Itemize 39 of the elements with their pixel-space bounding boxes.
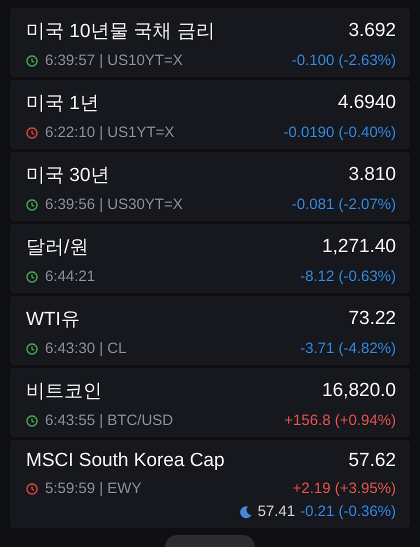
price: 4.6940: [338, 92, 396, 114]
time-symbol: 6:44:21: [45, 268, 96, 285]
instrument-name: WTI유: [26, 308, 80, 332]
instrument-name: 달러/원: [26, 236, 88, 260]
price: 1,271.40: [322, 236, 396, 258]
price-change: -0.081 (-2.07%): [292, 196, 396, 213]
price-change: -8.12 (-0.63%): [300, 268, 396, 285]
quote-card[interactable]: 미국 1년 4.6940 6:22:10 | US1YT=X -0.0190 (-0.40%): [10, 80, 410, 149]
quote-card[interactable]: 비트코인 16,820.0 6:43:55 | BTC/USD +156.8 (+0.94%): [10, 368, 410, 437]
price: 57.62: [348, 450, 396, 472]
time-symbol: 6:43:30 | CL: [45, 340, 126, 357]
instrument-name: 비트코인: [26, 380, 102, 404]
quote-card[interactable]: MSCI South Korea Cap 57.62 5:59:59 | EWY +2.19 (+3.95%) 57.41 -0.21 (-0.36%): [10, 440, 410, 528]
price-change: -0.0190 (-0.40%): [283, 124, 396, 141]
quote-card[interactable]: 달러/원 1,271.40 6:44:21 -8.12 (-0.63%): [10, 224, 410, 293]
instrument-name: 미국 30년: [26, 164, 110, 188]
quote-card[interactable]: WTI유 73.22 6:43:30 | CL -3.71 (-4.82%): [10, 296, 410, 365]
instrument-name: 미국 10년물 국채 금리: [26, 20, 215, 44]
price-change: +2.19 (+3.95%): [292, 480, 396, 497]
instrument-name: 미국 1년: [26, 92, 99, 116]
time-symbol: 6:39:57 | US10YT=X: [45, 52, 183, 69]
price: 3.810: [348, 164, 396, 186]
after-hours-change: -0.21 (-0.36%): [300, 503, 396, 520]
price: 16,820.0: [322, 380, 396, 402]
price-change: +156.8 (+0.94%): [284, 412, 396, 429]
price-change: -3.71 (-4.82%): [300, 340, 396, 357]
after-hours-price: 57.41: [258, 503, 296, 520]
time-symbol: 6:39:56 | US30YT=X: [45, 196, 183, 213]
time-symbol: 6:43:55 | BTC/USD: [45, 412, 174, 429]
time-symbol: 6:22:10 | US1YT=X: [45, 124, 174, 141]
price-change: -0.100 (-2.63%): [292, 52, 396, 69]
instrument-name: MSCI South Korea Cap: [26, 450, 225, 472]
sheet-handle[interactable]: [165, 535, 255, 547]
moon-icon: [238, 504, 253, 518]
quote-card[interactable]: 미국 30년 3.810 6:39:56 | US30YT=X -0.081 (-2.07%): [10, 152, 410, 221]
time-symbol: 5:59:59 | EWY: [45, 480, 142, 497]
price: 3.692: [348, 20, 396, 42]
quote-card[interactable]: 미국 10년물 국채 금리 3.692 6:39:57 | US10YT=X -0.100 (-2.63%): [10, 8, 410, 77]
price: 73.22: [348, 308, 396, 330]
